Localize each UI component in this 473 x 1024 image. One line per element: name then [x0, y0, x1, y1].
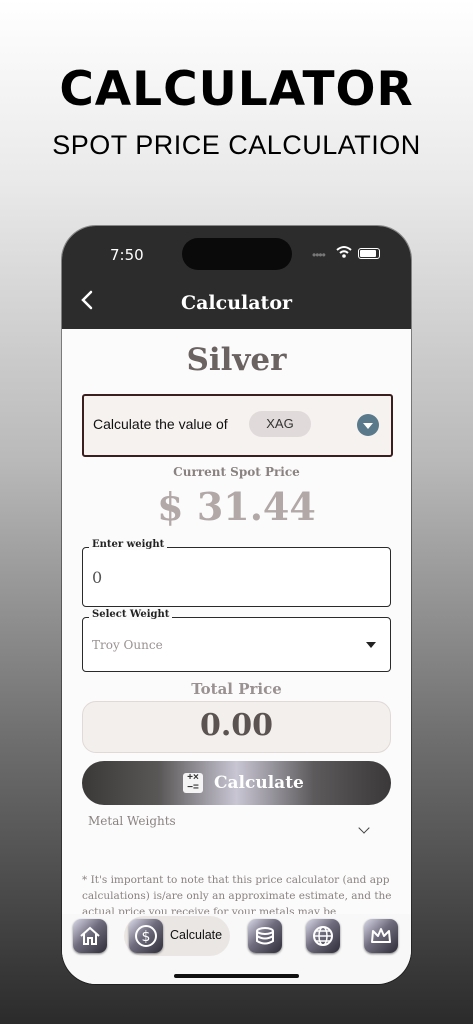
- dropdown-circle-icon[interactable]: [357, 414, 379, 436]
- tab-premium[interactable]: [364, 919, 398, 953]
- caret-down-icon: [366, 642, 376, 648]
- phone-screen: 7:50 •••• Calculator Silver Calculate th…: [62, 226, 411, 984]
- svg-text:$: $: [142, 929, 151, 945]
- spot-price-value: $ 31.44: [157, 484, 316, 529]
- promo-subtitle: SPOT PRICE CALCULATION: [52, 130, 421, 160]
- home-icon: [80, 926, 100, 945]
- metal-selector[interactable]: Calculate the value of XAG: [82, 394, 393, 457]
- coin-stack-icon: [256, 927, 274, 945]
- total-price-box: 0.00: [82, 701, 391, 753]
- promo-title: CALCULATOR: [59, 62, 414, 117]
- crown-icon: [371, 928, 391, 943]
- total-price-label: Total Price: [191, 680, 282, 698]
- chevron-down-icon[interactable]: [358, 822, 370, 834]
- tab-globe[interactable]: [306, 919, 340, 953]
- wifi-icon: [336, 246, 352, 258]
- signal-icon: ••••: [312, 248, 326, 262]
- tab-home[interactable]: [73, 919, 107, 953]
- tab-calculate-label: Calculate: [170, 928, 223, 942]
- calculate-button[interactable]: +× −= Calculate: [82, 761, 391, 805]
- dynamic-island: [182, 238, 292, 270]
- metal-code-badge: XAG: [249, 411, 311, 437]
- total-price-value: 0.00: [199, 708, 274, 743]
- weight-unit-select[interactable]: Select Weight Troy Ounce: [82, 609, 391, 672]
- globe-icon: [313, 926, 333, 946]
- calculator-icon: +× −=: [183, 773, 203, 793]
- dollar-coin-icon: $: [135, 925, 157, 947]
- tab-coins[interactable]: [248, 919, 282, 953]
- tab-calculate[interactable]: $ Calculate: [124, 916, 230, 956]
- tab-calculate-icon-box: $: [129, 919, 163, 953]
- weight-unit-value: Troy Ounce: [92, 638, 163, 652]
- metal-name: Silver: [186, 342, 287, 378]
- weight-unit-label: Select Weight: [89, 609, 173, 620]
- home-indicator: [174, 974, 299, 978]
- metal-weights-label[interactable]: Metal Weights: [88, 814, 176, 828]
- weight-field-label: Enter weight: [89, 539, 168, 550]
- status-time: 7:50: [110, 246, 144, 264]
- weight-input[interactable]: 0: [92, 568, 102, 587]
- battery-icon: [358, 248, 380, 259]
- disclaimer-text: * It's important to note that this price…: [82, 874, 392, 914]
- page-title: Calculator: [180, 292, 293, 314]
- calculate-button-label: Calculate: [214, 773, 304, 793]
- weight-field[interactable]: Enter weight 0: [82, 539, 391, 607]
- header-bar: 7:50 •••• Calculator: [62, 226, 411, 329]
- spot-price-label: Current Spot Price: [173, 465, 300, 479]
- metal-selector-label: Calculate the value of: [93, 416, 228, 432]
